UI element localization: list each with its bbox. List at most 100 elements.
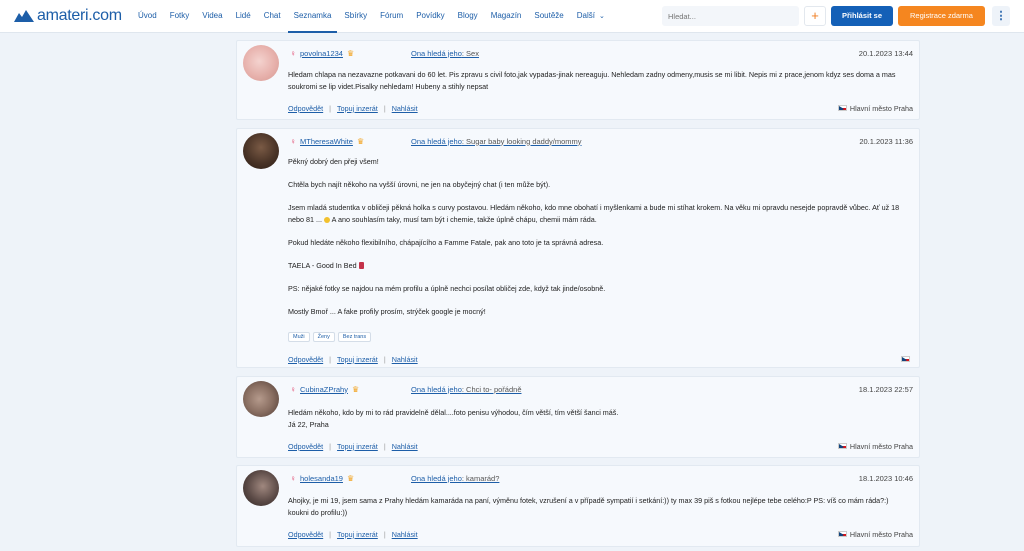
top-ad-link[interactable]: Topuj inzerát <box>337 355 378 364</box>
looking-for-value: : Chci to- pořádně <box>461 384 522 394</box>
main-nav: Úvod Fotky Videa Lidé Chat Seznamka Sbír… <box>132 0 612 33</box>
crown-icon: ♛ <box>351 384 360 394</box>
nav-dalsi[interactable]: Další ⌄ <box>571 0 611 33</box>
ad-date: 18.1.2023 22:57 <box>858 384 913 394</box>
separator: | <box>329 103 332 113</box>
ad-paragraph: Chtěla bych najít někoho na vyšší úrovni… <box>288 180 551 189</box>
ad-paragraph: Jsem mladá studentka v obličeji pěkná ho… <box>288 202 911 226</box>
logo[interactable]: amateri.com <box>14 7 122 25</box>
ad-actions: Odpovědět | Topuj inzerát | Nahlásit <box>288 354 913 364</box>
nav-videa[interactable]: Videa <box>196 0 228 33</box>
reply-link[interactable]: Odpovědět <box>288 530 323 539</box>
ad-actions: Odpovědět | Topuj inzerát | Nahlásit Hla… <box>288 441 913 451</box>
ad-header: ♀ povolna1234 ♛ Ona hledá jeho: Sex 20.1… <box>290 48 913 58</box>
reply-link[interactable]: Odpovědět <box>288 104 323 113</box>
reply-link[interactable]: Odpovědět <box>288 355 323 364</box>
looking-for-link[interactable]: Ona hledá jeho <box>411 137 462 146</box>
location: Hlavní město Praha <box>837 530 913 539</box>
ad-text: Hledam chlapa na nezavazne potkavani do … <box>288 69 911 93</box>
nav-magazin[interactable]: Magazín <box>485 0 528 33</box>
ad-paragraph: TAELA - Good In Bed <box>288 260 911 272</box>
ad-header: ♀ MTheresaWhite ♛ Ona hledá jeho: Sugar … <box>290 136 913 146</box>
top-ad-link[interactable]: Topuj inzerát <box>337 104 378 113</box>
ad-tags: Muži Ženy Bez trans <box>288 332 372 342</box>
nav-lide[interactable]: Lidé <box>230 0 257 33</box>
ad-card: ♀ povolna1234 ♛ Ona hledá jeho: Sex 20.1… <box>236 40 920 120</box>
ad-card: ♀ holesanda19 ♛ Ona hledá jeho: kamarád?… <box>236 465 920 547</box>
tag-zeny[interactable]: Ženy <box>312 332 335 342</box>
tag-bez-trans[interactable]: Bez trans <box>337 332 372 342</box>
ad-date: 18.1.2023 10:46 <box>858 473 913 483</box>
location-text: Hlavní město Praha <box>849 441 913 451</box>
nav-chat[interactable]: Chat <box>258 0 287 33</box>
nav-uvod[interactable]: Úvod <box>132 0 163 33</box>
nav-sbirky[interactable]: Sbírky <box>338 0 373 33</box>
ad-text: Hledám někoho, kdo by mi to rád pravidel… <box>288 407 911 431</box>
crown-icon: ♛ <box>356 136 365 146</box>
avatar[interactable] <box>243 45 279 81</box>
nav-souteze[interactable]: Soutěže <box>528 0 569 33</box>
ad-username[interactable]: povolna1234 <box>300 49 343 58</box>
looking-for-link[interactable]: Ona hledá jeho <box>411 385 462 394</box>
looking-for-label[interactable]: Ona hledá jeho: Chci to- pořádně <box>411 385 522 394</box>
search-input[interactable] <box>662 6 799 26</box>
ad-date: 20.1.2023 11:36 <box>859 136 913 146</box>
separator: | <box>329 529 332 539</box>
more-menu-button[interactable]: ⋮ <box>992 6 1010 26</box>
location <box>901 356 913 362</box>
ad-actions: Odpovědět | Topuj inzerát | Nahlásit Hla… <box>288 103 913 113</box>
czech-flag-icon <box>901 356 910 362</box>
avatar[interactable] <box>243 470 279 506</box>
looking-for-link[interactable]: Ona hledá jeho <box>411 49 462 58</box>
reply-link[interactable]: Odpovědět <box>288 442 323 451</box>
nav-forum[interactable]: Fórum <box>374 0 409 33</box>
report-link[interactable]: Nahlásit <box>392 355 418 364</box>
top-ad-link[interactable]: Topuj inzerát <box>337 442 378 451</box>
nav-blogy[interactable]: Blogy <box>452 0 484 33</box>
ad-card: ♀ CubinaZPrahy ♛ Ona hledá jeho: Chci to… <box>236 376 920 458</box>
ad-actions: Odpovědět | Topuj inzerát | Nahlásit Hla… <box>288 529 913 539</box>
czech-flag-icon <box>837 105 847 111</box>
ad-card: ♀ MTheresaWhite ♛ Ona hledá jeho: Sugar … <box>236 128 920 368</box>
ad-paragraph: Mostly Bmoř ... A fake profily prosím, s… <box>288 307 486 316</box>
looking-for-label[interactable]: Ona hledá jeho: kamarád? <box>411 474 499 483</box>
location: Hlavní město Praha <box>837 104 913 113</box>
separator: | <box>383 354 386 364</box>
tag-muzi[interactable]: Muži <box>288 332 310 342</box>
czech-flag-icon <box>837 443 847 449</box>
czech-flag-icon <box>837 531 847 537</box>
top-bar: amateri.com Úvod Fotky Videa Lidé Chat S… <box>0 0 1024 33</box>
nav-povidky[interactable]: Povídky <box>410 0 450 33</box>
looking-for-value: : Sex <box>461 48 479 58</box>
ad-header: ♀ CubinaZPrahy ♛ Ona hledá jeho: Chci to… <box>290 384 913 394</box>
nav-seznamka[interactable]: Seznamka <box>287 0 338 33</box>
ad-paragraph: Pokud hledáte někoho flexibilního, chápa… <box>288 238 604 247</box>
avatar[interactable] <box>243 133 279 169</box>
report-link[interactable]: Nahlásit <box>392 104 418 113</box>
ad-username[interactable]: holesanda19 <box>300 474 343 483</box>
ad-date: 20.1.2023 13:44 <box>858 48 913 58</box>
ad-paragraph-text: TAELA - Good In Bed <box>288 261 357 270</box>
separator: | <box>383 529 386 539</box>
looking-for-label[interactable]: Ona hledá jeho: Sex <box>411 49 479 58</box>
logo-mountain-icon <box>14 10 34 22</box>
ad-header: ♀ holesanda19 ♛ Ona hledá jeho: kamarád?… <box>290 473 913 483</box>
ad-paragraph: Ahojky, je mi 19, jsem sama z Prahy hled… <box>288 496 889 517</box>
plus-button[interactable]: + <box>804 6 826 26</box>
looking-for-label[interactable]: Ona hledá jeho: Sugar baby looking daddy… <box>411 137 582 146</box>
report-link[interactable]: Nahlásit <box>392 530 418 539</box>
ad-username[interactable]: CubinaZPrahy <box>300 385 348 394</box>
report-link[interactable]: Nahlásit <box>392 442 418 451</box>
nav-fotky[interactable]: Fotky <box>164 0 196 33</box>
ad-paragraph: PS: nějaké fotky se najdou na mém profil… <box>288 284 606 293</box>
separator: | <box>383 103 386 113</box>
looking-for-link[interactable]: Ona hledá jeho <box>411 474 462 483</box>
avatar[interactable] <box>243 381 279 417</box>
ad-username[interactable]: MTheresaWhite <box>300 137 353 146</box>
top-ad-link[interactable]: Topuj inzerát <box>337 530 378 539</box>
register-button[interactable]: Registrace zdarma <box>898 6 985 26</box>
ad-paragraph: Pěkný dobrý den přeji všem! <box>288 157 379 166</box>
login-button[interactable]: Přihlásit se <box>831 6 893 26</box>
chevron-down-icon: ⌄ <box>598 13 605 20</box>
looking-for-value: : kamarád? <box>461 473 500 483</box>
